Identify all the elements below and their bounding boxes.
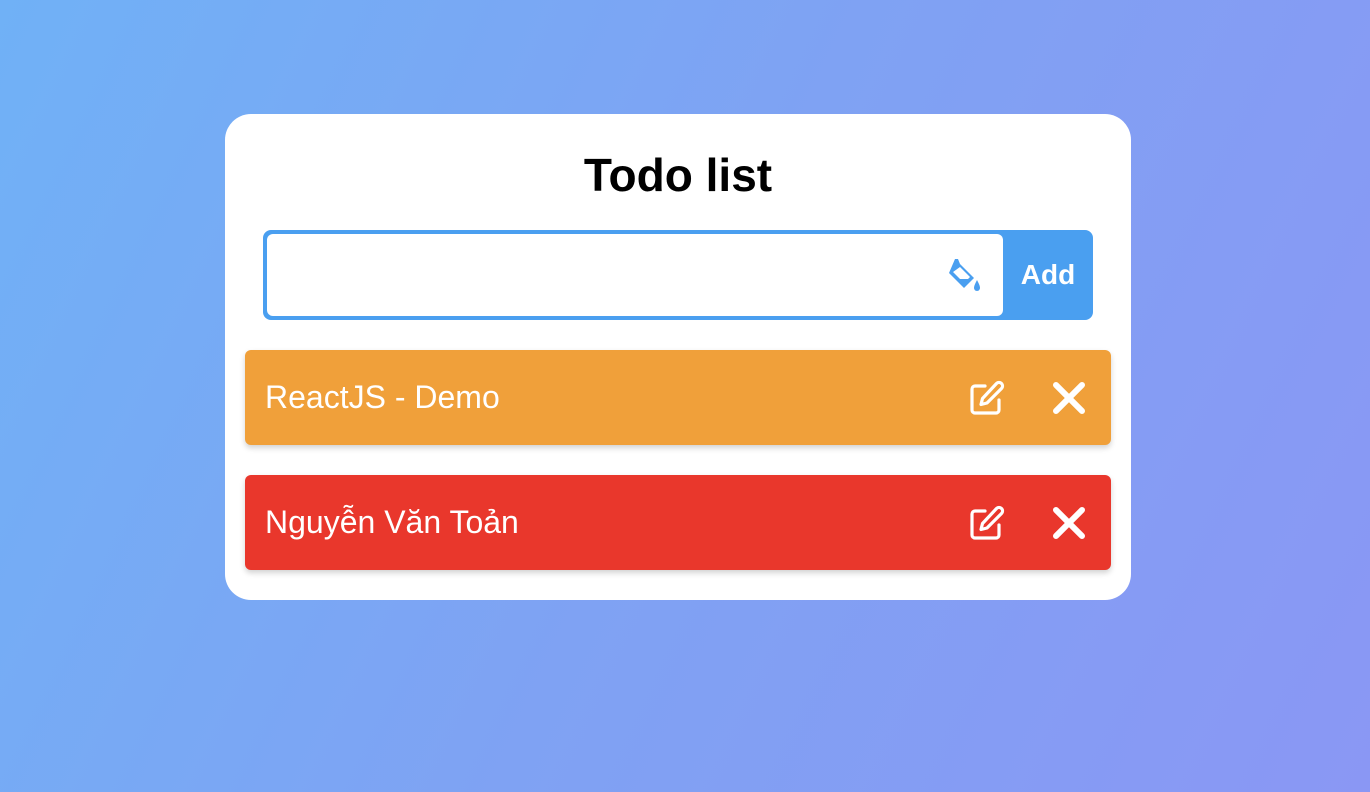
close-icon[interactable]: [1051, 505, 1087, 541]
add-todo-form: Add: [263, 230, 1093, 320]
todo-card: Todo list Add ReactJS - Demo Nguyễn Văn …: [225, 114, 1131, 600]
paint-bucket-icon[interactable]: [943, 256, 983, 296]
todo-item: Nguyễn Văn Toản: [245, 475, 1111, 570]
edit-icon[interactable]: [968, 504, 1006, 542]
todo-text: Nguyễn Văn Toản: [265, 504, 519, 540]
todo-input-wrapper: [267, 234, 1003, 316]
todo-text: ReactJS - Demo: [265, 379, 500, 415]
todo-input[interactable]: [267, 234, 927, 316]
edit-icon[interactable]: [968, 379, 1006, 417]
page-title: Todo list: [583, 149, 773, 201]
todo-item: ReactJS - Demo: [245, 350, 1111, 445]
close-icon[interactable]: [1051, 380, 1087, 416]
add-button[interactable]: Add: [1003, 230, 1093, 320]
